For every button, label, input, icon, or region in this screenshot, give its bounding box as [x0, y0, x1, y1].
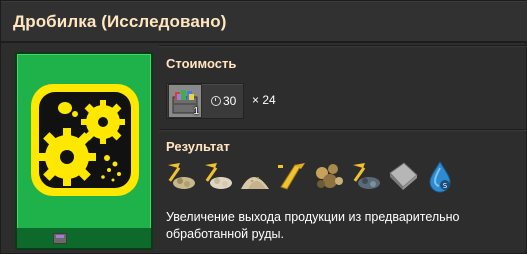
cost-heading: Стоимость	[166, 56, 237, 71]
unlock-recipe-icon[interactable]	[275, 159, 309, 193]
unlock-recipe-icon[interactable]	[164, 159, 198, 193]
unlock-recipe-icon[interactable]	[349, 159, 383, 193]
cost-box: 1 30	[166, 83, 244, 119]
effects-row: S	[164, 159, 457, 193]
details-column: Стоимость 1 30 × 24 Результат S Увеличен…	[159, 45, 527, 254]
divider	[159, 45, 527, 47]
result-heading: Результат	[166, 139, 230, 154]
time-value: 30	[223, 94, 237, 108]
science-pack-mini-icon	[53, 233, 67, 244]
card-cost-strip	[17, 228, 151, 248]
science-pack-slot[interactable]: 1	[168, 84, 202, 118]
clock-icon	[211, 96, 221, 106]
divider	[159, 129, 527, 131]
unlock-recipe-icon[interactable]	[201, 159, 235, 193]
window-title: Дробилка (Исследовано)	[13, 12, 227, 31]
crushed-ore-icon[interactable]	[312, 159, 346, 193]
crusher-gears-icon	[25, 64, 145, 214]
cost-multiplier: × 24	[252, 93, 276, 107]
water-droplet-icon[interactable]: S	[423, 159, 457, 193]
sand-recipe-icon[interactable]	[238, 159, 272, 193]
research-time: 30	[211, 94, 236, 108]
svg-text:S: S	[443, 182, 448, 190]
science-pack-count: 1	[193, 106, 199, 117]
title-bar: Дробилка (Исследовано)	[1, 1, 527, 43]
technology-card[interactable]	[15, 52, 153, 250]
technology-panel: Дробилка (Исследовано) Стоимость 1 30 × …	[0, 0, 527, 254]
stone-tablet-icon[interactable]	[386, 159, 420, 193]
technology-description: Увеличение выхода продукции из предварит…	[166, 210, 460, 241]
